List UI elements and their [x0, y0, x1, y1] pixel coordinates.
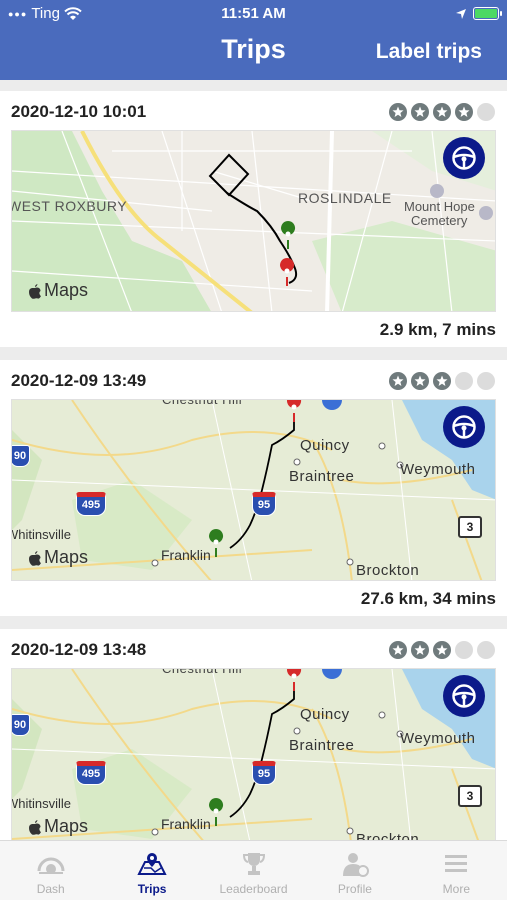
speedometer-icon [37, 857, 65, 874]
interstate-95-shield: 95 [252, 492, 276, 516]
star-icon [477, 103, 495, 121]
map-label: Chestnut Hill [162, 399, 243, 407]
location-arrow-icon [456, 8, 466, 19]
star-icon [411, 372, 429, 390]
interstate-495-shield: 495 [76, 761, 106, 785]
label-trips-button[interactable]: Label trips [376, 40, 482, 64]
steering-wheel-button[interactable] [443, 137, 485, 179]
star-icon [433, 372, 451, 390]
trip-summary: 27.6 km, 34 mins [360, 589, 496, 608]
apple-maps-logo: Maps [28, 547, 88, 568]
star-icon [455, 103, 473, 121]
map-label: Mount Hope [404, 199, 475, 214]
tab-bar: Dash Trips Leaderboard Profile More [0, 840, 507, 900]
trip-card[interactable]: 2020-12-09 13:49 Chestnut Hill Quincy Br… [0, 360, 507, 616]
map-background [12, 669, 495, 840]
star-icon [389, 372, 407, 390]
steering-wheel-icon [452, 684, 476, 708]
map-label: Braintree [289, 737, 355, 754]
trip-date: 2020-12-09 13:49 [11, 371, 147, 390]
star-icon [389, 103, 407, 121]
map-label: Braintree [289, 468, 355, 485]
steering-wheel-button[interactable] [443, 675, 485, 717]
map-label: Brockton [356, 831, 420, 840]
tab-leaderboard[interactable]: Leaderboard [203, 841, 304, 900]
tab-more[interactable]: More [406, 841, 507, 900]
star-icon [477, 641, 495, 659]
map-label: Quincy [300, 437, 350, 454]
route-3-shield: 3 [458, 516, 482, 538]
map-label: Brockton [356, 562, 420, 579]
route-3-shield: 3 [458, 785, 482, 807]
trip-date: 2020-12-09 13:48 [11, 640, 147, 659]
trip-rating [389, 103, 495, 121]
map-label: Cemetery [411, 213, 468, 228]
star-icon [411, 103, 429, 121]
star-icon [455, 372, 473, 390]
apple-icon [29, 283, 41, 299]
apple-icon [29, 550, 41, 566]
trip-rating [389, 641, 495, 659]
trip-map[interactable]: Chestnut Hill Quincy Braintree Weymouth … [11, 399, 496, 581]
interstate-495-shield: 495 [76, 492, 106, 516]
menu-icon [445, 855, 468, 872]
map-label: ROSLINDALE [298, 190, 392, 206]
map-label: Franklin [161, 547, 211, 563]
steering-wheel-icon [452, 415, 476, 439]
trip-list[interactable]: 2020-12-10 10:01 WEST ROXBURY ROSLINDALE… [0, 80, 507, 840]
tab-dash[interactable]: Dash [0, 841, 101, 900]
interstate-90-shield: 90 [12, 714, 30, 736]
map-label: Chestnut Hill [162, 668, 243, 676]
map-label: Whitinsville [11, 796, 72, 811]
trip-card[interactable]: 2020-12-10 10:01 WEST ROXBURY ROSLINDALE… [0, 91, 507, 347]
star-icon [477, 372, 495, 390]
interstate-90-shield: 90 [12, 445, 30, 467]
map-label: Quincy [300, 706, 350, 723]
trip-card[interactable]: 2020-12-09 13:48 Chestnut Hill Quincy Br… [0, 629, 507, 840]
map-label: WEST ROXBURY [11, 198, 128, 214]
status-time: 11:51 AM [221, 5, 286, 22]
trip-map[interactable]: Chestnut Hill Quincy Braintree Weymouth … [11, 668, 496, 840]
app-header: ●●● Ting 11:51 AM Trips Label trips [0, 0, 507, 80]
star-icon [389, 641, 407, 659]
star-icon [411, 641, 429, 659]
apple-maps-logo: Maps [28, 280, 88, 301]
star-icon [455, 641, 473, 659]
apple-icon [29, 819, 41, 835]
status-bar: ●●● Ting 11:51 AM [0, 5, 507, 25]
interstate-95-shield: 95 [252, 761, 276, 785]
apple-maps-logo: Maps [28, 816, 88, 837]
map-label: Weymouth [400, 461, 476, 478]
trophy-icon [242, 853, 265, 875]
map-label: Whitinsville [11, 527, 72, 542]
trip-summary: 2.9 km, 7 mins [379, 320, 496, 339]
map-icon [137, 853, 167, 875]
tab-trips[interactable]: Trips [101, 841, 202, 900]
tab-profile[interactable]: Profile [304, 841, 405, 900]
trip-date: 2020-12-10 10:01 [11, 102, 147, 121]
star-icon [433, 641, 451, 659]
battery-icon [473, 7, 502, 20]
person-icon [342, 853, 369, 877]
steering-wheel-button[interactable] [443, 406, 485, 448]
trip-rating [389, 372, 495, 390]
steering-wheel-icon [452, 146, 476, 170]
trip-map[interactable]: WEST ROXBURY ROSLINDALE Mount Hope Cemet… [11, 130, 496, 312]
star-icon [433, 103, 451, 121]
map-label: Franklin [161, 816, 211, 832]
map-label: Weymouth [400, 730, 476, 747]
